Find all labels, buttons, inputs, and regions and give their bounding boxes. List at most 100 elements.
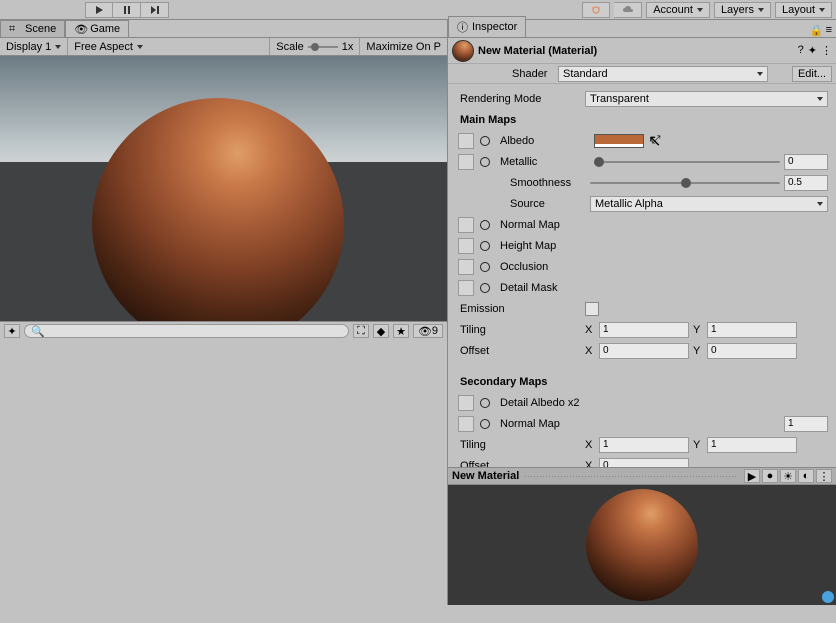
offset-y-input[interactable] (707, 343, 797, 359)
detail-albedo-slot[interactable] (458, 395, 474, 411)
caret-icon (757, 72, 763, 76)
occlusion-texture-slot[interactable] (458, 259, 474, 275)
material-preview[interactable] (448, 485, 836, 605)
y-label: Y (693, 324, 703, 336)
account-dropdown[interactable]: Account (646, 2, 710, 18)
display-dropdown[interactable]: Display 1 (0, 38, 68, 55)
sec-normal-picker-icon[interactable] (480, 419, 490, 429)
albedo-picker-icon[interactable] (480, 136, 490, 146)
metallic-input[interactable] (784, 154, 828, 170)
preview-sky-icon[interactable]: ◐ (798, 469, 814, 483)
normal-map-label: Normal Map (496, 219, 621, 231)
game-viewport (0, 56, 447, 321)
albedo-texture-slot[interactable] (458, 133, 474, 149)
shader-dropdown[interactable]: Standard (558, 66, 768, 82)
sec-tiling-x-input[interactable] (599, 437, 689, 453)
aspect-dropdown[interactable]: Free Aspect (68, 38, 270, 55)
pause-button[interactable] (113, 2, 141, 18)
smoothness-input[interactable] (784, 175, 828, 191)
sec-tiling-y-input[interactable] (707, 437, 797, 453)
top-right-controls: Account Layers Layout (582, 2, 832, 18)
maximize-toggle[interactable]: Maximize On P (360, 38, 447, 55)
favorite-icon[interactable]: ★ (393, 324, 409, 338)
maximize-label: Maximize On P (366, 41, 441, 53)
edit-button[interactable]: Edit... (792, 66, 832, 82)
emission-checkbox[interactable] (585, 302, 599, 316)
detail-mask-label: Detail Mask (496, 282, 621, 294)
albedo-label: Albedo (496, 135, 590, 147)
search-box[interactable]: 🔍 (24, 324, 349, 338)
help-icon[interactable]: ? (798, 44, 804, 57)
menu-icon[interactable]: ⋮ (821, 44, 832, 57)
tab-inspector[interactable]: ⓘ Inspector (448, 16, 526, 37)
lock-icon[interactable]: 🔒 (810, 24, 824, 37)
cloud-icon[interactable] (614, 2, 642, 18)
detailmask-texture-slot[interactable] (458, 280, 474, 296)
tab-menu-icon[interactable]: ≡ (826, 24, 832, 37)
occlusion-picker-icon[interactable] (480, 262, 490, 272)
normal-texture-slot[interactable] (458, 217, 474, 233)
filter-type-icon[interactable]: ◆ (373, 324, 389, 338)
sec-offset-x-input[interactable] (599, 458, 689, 468)
metallic-slider[interactable] (594, 155, 780, 169)
height-picker-icon[interactable] (480, 241, 490, 251)
caret-icon (817, 97, 823, 101)
preview-menu-icon[interactable]: ⋮ (816, 469, 832, 483)
caret-icon (758, 8, 764, 12)
sec-normal-input[interactable] (784, 416, 828, 432)
play-controls (85, 2, 169, 18)
emission-label: Emission (456, 303, 581, 315)
project-toolbar: ✦ 🔍 ⛶ ◆ ★ 👁9 (0, 321, 447, 341)
inspector-icon: ⓘ (457, 19, 468, 35)
rendering-mode-dropdown[interactable]: Transparent (585, 91, 828, 107)
smoothness-slider[interactable] (590, 176, 780, 190)
source-label: Source (456, 198, 586, 210)
layers-dropdown[interactable]: Layers (714, 2, 771, 18)
metallic-picker-icon[interactable] (480, 157, 490, 167)
account-label: Account (653, 4, 693, 16)
tiling-y-input[interactable] (707, 322, 797, 338)
sec-normal-label: Normal Map (496, 418, 590, 430)
tab-inspector-label: Inspector (472, 21, 517, 33)
normal-picker-icon[interactable] (480, 220, 490, 230)
gizmo-count: 9 (432, 325, 438, 337)
offset-x-input[interactable] (599, 343, 689, 359)
material-properties: Rendering Mode Transparent Main Maps Alb… (448, 84, 836, 467)
shader-value: Standard (563, 68, 608, 80)
search-input[interactable] (49, 326, 342, 337)
settings-icon[interactable]: ✦ (808, 44, 817, 57)
preview-play-icon[interactable]: ▶ (744, 469, 760, 483)
caret-icon (137, 45, 143, 49)
tab-game[interactable]: 👁Game (65, 20, 129, 37)
collab-icon[interactable] (582, 2, 610, 18)
gizmo-toggle[interactable]: 👁9 (413, 324, 443, 338)
x-label: X (585, 439, 595, 451)
filter-hierarchy-icon[interactable]: ⛶ (353, 324, 369, 338)
detail-albedo-picker-icon[interactable] (480, 398, 490, 408)
main-maps-heading: Main Maps (456, 114, 581, 126)
scale-slider[interactable] (308, 41, 338, 53)
tiling-x-input[interactable] (599, 322, 689, 338)
preview-sphere-icon[interactable]: ● (762, 469, 778, 483)
inspector-tabs: ⓘ Inspector 🔒 ≡ (448, 20, 836, 38)
metallic-texture-slot[interactable] (458, 154, 474, 170)
scene-icon: ⌗ (9, 23, 21, 35)
tab-scene[interactable]: ⌗Scene (0, 20, 65, 37)
preview-light-icon[interactable]: ☀ (780, 469, 796, 483)
project-area (0, 341, 447, 606)
play-button[interactable] (85, 2, 113, 18)
height-texture-slot[interactable] (458, 238, 474, 254)
albedo-color-swatch[interactable] (594, 134, 644, 148)
layers-label: Layers (721, 4, 754, 16)
source-dropdown[interactable]: Metallic Alpha (590, 196, 828, 212)
height-map-label: Height Map (496, 240, 621, 252)
sec-normal-slot[interactable] (458, 416, 474, 432)
create-button[interactable]: ✦ (4, 324, 20, 338)
step-button[interactable] (141, 2, 169, 18)
layout-dropdown[interactable]: Layout (775, 2, 832, 18)
detail-albedo-label: Detail Albedo x2 (496, 397, 621, 409)
caret-icon (697, 8, 703, 12)
scale-control[interactable]: Scale1x (270, 38, 360, 55)
detailmask-picker-icon[interactable] (480, 283, 490, 293)
display-label: Display 1 (6, 41, 51, 53)
